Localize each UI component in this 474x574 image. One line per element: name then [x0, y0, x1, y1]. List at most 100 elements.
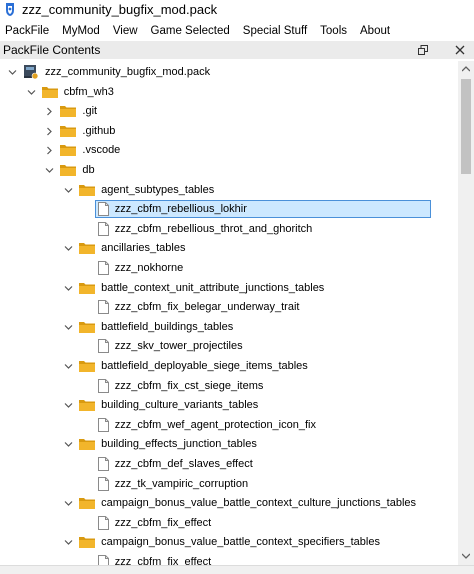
folder-icon — [60, 106, 77, 118]
chevron-down-icon[interactable] — [45, 166, 54, 175]
vertical-scrollbar[interactable] — [458, 61, 474, 565]
scroll-down-icon[interactable] — [462, 553, 470, 559]
tree-folder-row[interactable]: building_culture_variants_tables — [0, 396, 458, 415]
tree-item-label: cbfm_wh3 — [63, 85, 114, 98]
panel-title: PackFile Contents — [3, 43, 101, 57]
tree-item-label: zzz_tk_vampiric_corruption — [114, 477, 249, 490]
file-icon — [97, 457, 109, 471]
tree-item-label: battle_context_unit_attribute_junctions_… — [101, 281, 325, 294]
tree-item-label: zzz_cbfm_def_slaves_effect — [114, 458, 253, 470]
tree-item-label: db — [82, 164, 95, 176]
tree-file-row[interactable]: zzz_cbfm_def_slaves_effect — [0, 455, 458, 474]
folder-icon — [41, 86, 58, 98]
folder-icon — [79, 439, 96, 451]
folder-icon — [79, 400, 96, 412]
tree-folder-row[interactable]: db — [0, 161, 458, 180]
tree-folder-row[interactable]: campaign_bonus_value_battle_context_cult… — [0, 494, 458, 513]
tree-item-label: zzz_cbfm_fix_cst_siege_items — [114, 379, 264, 392]
tree-item-label: campaign_bonus_value_battle_context_cult… — [101, 497, 417, 510]
title-bar: zzz_community_bugfix_mod.pack — [0, 0, 474, 19]
tree-item-label: .git — [82, 105, 98, 118]
tree-item-label: building_culture_variants_tables — [101, 399, 259, 412]
tree-item-label: zzz_cbfm_rebellious_throt_and_ghoritch — [114, 222, 313, 235]
tree-file-row[interactable]: zzz_cbfm_fix_effect — [0, 553, 458, 565]
tree-item-label: campaign_bonus_value_battle_context_spec… — [101, 536, 380, 549]
menu-game-selected[interactable]: Game Selected — [151, 25, 230, 37]
tree-folder-row[interactable]: .vscode — [0, 141, 458, 160]
file-icon — [97, 476, 109, 491]
tree-folder-row[interactable]: battlefield_deployable_siege_items_table… — [0, 357, 458, 376]
file-icon — [97, 300, 109, 315]
menu-bar: PackFile MyMod View Game Selected Specia… — [0, 21, 474, 40]
scroll-up-icon[interactable] — [462, 66, 470, 72]
chevron-down-icon[interactable] — [64, 244, 73, 253]
tree-file-row[interactable]: zzz_nokhorne — [0, 259, 458, 278]
chevron-right-icon[interactable] — [45, 127, 54, 136]
tree-item-label: zzz_cbfm_fix_effect — [114, 516, 212, 529]
tree-file-row[interactable]: zzz_cbfm_fix_cst_siege_items — [0, 377, 458, 396]
tree-folder-row[interactable]: .git — [0, 102, 458, 121]
scroll-thumb[interactable] — [461, 79, 471, 174]
tree-item-label: zzz_community_bugfix_mod.pack — [45, 66, 211, 78]
close-icon — [455, 45, 465, 55]
menu-view[interactable]: View — [113, 25, 138, 37]
chevron-down-icon[interactable] — [64, 499, 73, 508]
menu-tools[interactable]: Tools — [320, 25, 347, 37]
file-icon — [97, 261, 109, 275]
float-panel-button[interactable] — [416, 43, 430, 57]
chevron-down-icon[interactable] — [64, 401, 73, 410]
chevron-down-icon[interactable] — [64, 362, 73, 371]
file-icon — [97, 417, 109, 432]
tree-item-label: zzz_nokhorne — [114, 262, 184, 274]
tree-folder-row[interactable]: campaign_bonus_value_battle_context_spec… — [0, 533, 458, 552]
tree-folder-row[interactable]: agent_subtypes_tables — [0, 181, 458, 200]
chevron-down-icon[interactable] — [64, 538, 73, 547]
file-icon — [97, 221, 109, 236]
tree-item-label: building_effects_junction_tables — [101, 438, 257, 451]
tree-item-label: agent_subtypes_tables — [101, 183, 215, 196]
folder-icon — [79, 282, 96, 294]
tree-folder-row[interactable]: cbfm_wh3 — [0, 83, 458, 102]
menu-mymod[interactable]: MyMod — [62, 25, 100, 37]
chevron-down-icon[interactable] — [64, 284, 73, 293]
tree-file-row[interactable]: zzz_tk_vampiric_corruption — [0, 475, 458, 494]
file-icon — [97, 378, 109, 393]
tree-file-row[interactable]: zzz_cbfm_fix_effect — [0, 514, 458, 533]
chevron-down-icon[interactable] — [64, 440, 73, 449]
tree-item-label: battlefield_deployable_siege_items_table… — [101, 360, 308, 372]
chevron-down-icon[interactable] — [64, 323, 73, 332]
tree-file-row[interactable]: zzz_skv_tower_projectiles — [0, 337, 458, 356]
tree-folder-row[interactable]: .github — [0, 122, 458, 141]
chevron-down-icon[interactable] — [27, 88, 36, 97]
tree-pack-row[interactable]: zzz_community_bugfix_mod.pack — [0, 63, 458, 82]
tree-folder-row[interactable]: battle_context_unit_attribute_junctions_… — [0, 279, 458, 298]
tree-file-row[interactable]: zzz_cbfm_fix_belegar_underway_trait — [0, 298, 458, 317]
folder-icon — [60, 125, 77, 137]
tree-folder-row[interactable]: ancillaries_tables — [0, 239, 458, 258]
tree-item-label: zzz_cbfm_rebellious_lokhir — [114, 203, 247, 216]
pack-icon — [24, 65, 39, 80]
tree-file-row[interactable]: zzz_cbfm_rebellious_lokhir — [0, 200, 458, 219]
chevron-down-icon[interactable] — [8, 68, 17, 77]
menu-special-stuff[interactable]: Special Stuff — [243, 25, 307, 37]
menu-packfile[interactable]: PackFile — [5, 25, 49, 37]
tree-file-row[interactable]: zzz_cbfm_rebellious_throt_and_ghoritch — [0, 220, 458, 239]
folder-icon — [79, 361, 96, 372]
packfile-tree[interactable]: zzz_community_bugfix_mod.pack cbfm_wh3 .gi… — [0, 61, 458, 565]
tree-file-row[interactable]: zzz_cbfm_wef_agent_protection_icon_fix — [0, 416, 458, 435]
folder-icon — [60, 145, 77, 157]
app-icon — [6, 3, 14, 16]
folder-icon — [79, 321, 96, 333]
menu-about[interactable]: About — [360, 25, 390, 37]
tree-item-label: .github — [82, 124, 116, 137]
chevron-right-icon[interactable] — [45, 146, 54, 155]
close-panel-button[interactable] — [453, 43, 467, 57]
tree-folder-row[interactable]: battlefield_buildings_tables — [0, 318, 458, 337]
tree-item-label: zzz_cbfm_fix_effect — [114, 556, 212, 565]
window-title: zzz_community_bugfix_mod.pack — [22, 2, 218, 17]
tree-folder-row[interactable]: building_effects_junction_tables — [0, 435, 458, 454]
chevron-down-icon[interactable] — [64, 186, 73, 195]
panel-header: PackFile Contents — [0, 41, 474, 59]
chevron-right-icon[interactable] — [45, 107, 54, 116]
folder-icon — [79, 243, 96, 255]
